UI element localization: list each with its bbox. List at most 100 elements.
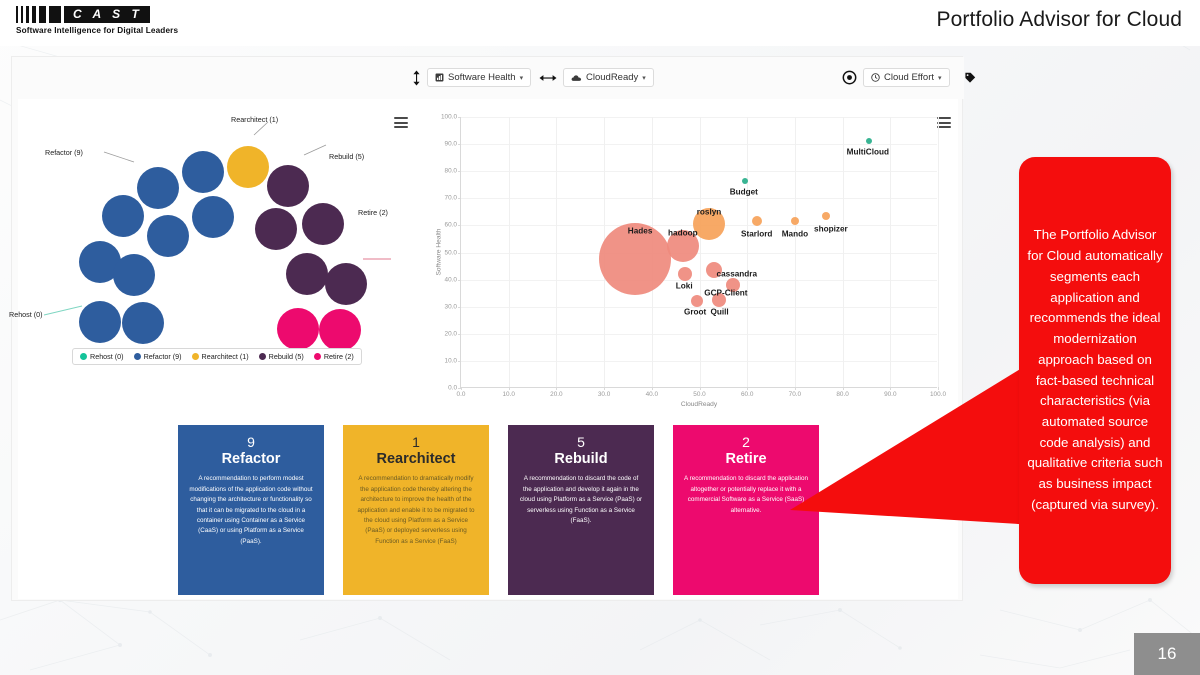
legend-color-dot	[191, 353, 199, 360]
y-axis-tick-mark	[458, 225, 461, 227]
color-metric-chip[interactable]: Cloud Effort ▾	[863, 68, 950, 87]
cluster-node[interactable]	[227, 146, 269, 188]
gridline-vertical	[508, 117, 510, 387]
legend-color-dot	[258, 353, 266, 360]
legend-label: Rehost (0)	[90, 352, 124, 361]
gridline-vertical	[890, 117, 892, 387]
legend-item[interactable]: Refactor (9)	[133, 352, 182, 361]
cluster-node[interactable]	[325, 263, 367, 305]
cluster-annotation-refactor: Refactor (9)	[45, 148, 83, 157]
x-axis-tick-label: 40.0	[645, 391, 659, 398]
legend-item[interactable]: Rehost (0)	[80, 352, 124, 361]
scatter-bubble-label: Budget	[729, 187, 758, 197]
scatter-bubble-label: hadoop	[668, 228, 698, 238]
cluster-node[interactable]	[113, 254, 155, 296]
cluster-node[interactable]	[192, 196, 234, 238]
tag-icon[interactable]	[964, 72, 976, 84]
scatter-bubble[interactable]	[691, 295, 704, 308]
axis-metric-chip[interactable]: CloudReady ▾	[563, 68, 654, 87]
legend-label: Retire (2)	[323, 352, 354, 361]
y-axis-tick-mark	[458, 171, 461, 173]
card-count: 5	[577, 434, 585, 450]
cluster-node[interactable]	[319, 309, 361, 351]
cluster-node[interactable]	[137, 167, 179, 209]
scatter-bubble[interactable]	[790, 217, 799, 226]
x-axis-tick-label: 50.0	[693, 391, 706, 398]
x-axis-tick-label: 10.0	[502, 391, 515, 398]
recommendation-card[interactable]: 1 Rearchitect A recommendation to dramatic…	[343, 425, 489, 595]
card-count: 1	[412, 434, 420, 450]
y-axis-tick-mark	[458, 117, 461, 118]
legend-item[interactable]: Rebuild (5)	[258, 352, 304, 361]
cluster-node[interactable]	[267, 165, 309, 207]
gridline-vertical	[794, 117, 796, 387]
callout-text: The Portfolio Advisor for Cloud automati…	[1027, 227, 1163, 512]
scatter-bubble-label: Starlord	[741, 229, 773, 239]
cluster-annotation-retire: Retire (2)	[358, 208, 388, 217]
cluster-node[interactable]	[277, 308, 319, 350]
clock-icon	[871, 73, 880, 82]
size-metric-chip[interactable]: Software Health ▾	[427, 68, 532, 87]
scatter-bubble[interactable]	[751, 216, 762, 227]
x-axis-tick-mark	[747, 387, 749, 390]
scatter-menu-icon[interactable]	[937, 117, 951, 128]
legend-label: Rebuild (5)	[268, 352, 304, 361]
vertical-arrows-icon	[413, 70, 420, 85]
recommendation-card[interactable]: 5 Rebuild A recommendation to discard the …	[508, 425, 654, 595]
slide-root: C A S T Software Intelligence for Digita…	[0, 0, 1200, 675]
gridline-vertical	[842, 117, 844, 387]
cluster-annotation-rehost: Rehost (0)	[9, 310, 43, 319]
x-axis-tick-mark	[699, 387, 701, 390]
card-title: Retire	[725, 451, 767, 468]
scatter-bubble-label: Groot	[683, 307, 707, 317]
cluster-node[interactable]	[79, 301, 121, 343]
card-title: Rebuild	[554, 451, 608, 468]
legend-color-dot	[133, 353, 141, 360]
legend-item[interactable]: Rearchitect (1)	[191, 352, 249, 361]
y-axis-tick-mark	[458, 333, 461, 335]
cluster-node[interactable]	[286, 253, 328, 295]
x-axis-tick-label: 60.0	[740, 391, 754, 398]
y-axis-tick-label: 80.0	[444, 167, 457, 175]
size-metric-control[interactable]: Software Health ▾	[412, 68, 532, 87]
y-axis-tick-label: 50.0	[444, 249, 457, 256]
x-axis-tick-label: 30.0	[597, 391, 611, 398]
legend-color-dot	[313, 353, 321, 360]
recommendation-card[interactable]: 9 Refactor A recommendation to perform mod…	[178, 425, 324, 595]
horizontal-arrows-icon	[539, 74, 557, 81]
y-axis-tick-mark	[458, 360, 461, 362]
y-axis-tick-label: 70.0	[444, 194, 457, 202]
legend-color-dot	[80, 353, 87, 360]
cluster-node[interactable]	[302, 203, 344, 245]
scatter-bubble[interactable]	[741, 177, 748, 184]
card-count: 9	[247, 434, 255, 450]
cluster-node[interactable]	[102, 195, 144, 237]
card-title: Refactor	[221, 451, 281, 468]
size-metric-label: Software Health	[448, 72, 516, 83]
cluster-legend: Rehost (0) Refactor (9) Rearchitect (1) Reb…	[72, 348, 362, 365]
y-axis-tick-label: 10.0	[444, 357, 457, 365]
scatter-bubble-label: GCP-Client	[704, 288, 748, 298]
chevron-down-icon: ▾	[519, 74, 524, 82]
card-title: Rearchitect	[376, 451, 456, 468]
chart-icon	[435, 73, 444, 82]
axis-metric-control[interactable]: CloudReady ▾	[539, 68, 654, 87]
cluster-node[interactable]	[182, 151, 224, 193]
cluster-node[interactable]	[122, 302, 164, 344]
scatter-bubble[interactable]	[821, 211, 830, 220]
scatter-bubble[interactable]	[678, 267, 693, 282]
color-metric-control[interactable]: Cloud Effort ▾	[842, 68, 976, 87]
scatter-bubble[interactable]	[865, 138, 872, 145]
target-icon	[842, 70, 857, 85]
chevron-down-icon: ▾	[938, 74, 942, 82]
cluster-node[interactable]	[147, 215, 189, 257]
gridline-vertical	[747, 117, 749, 387]
scatter-bubble-label: Quill	[710, 307, 729, 317]
legend-item[interactable]: Retire (2)	[313, 352, 354, 361]
page-number-badge: 16	[1134, 633, 1200, 675]
cluster-node[interactable]	[255, 208, 297, 250]
scatter-bubble-label: MultiCloud	[846, 147, 889, 157]
scatter-bubble-label: roslyn	[696, 207, 722, 217]
y-axis-tick-mark	[458, 279, 461, 281]
x-axis-tick-mark	[461, 387, 462, 390]
